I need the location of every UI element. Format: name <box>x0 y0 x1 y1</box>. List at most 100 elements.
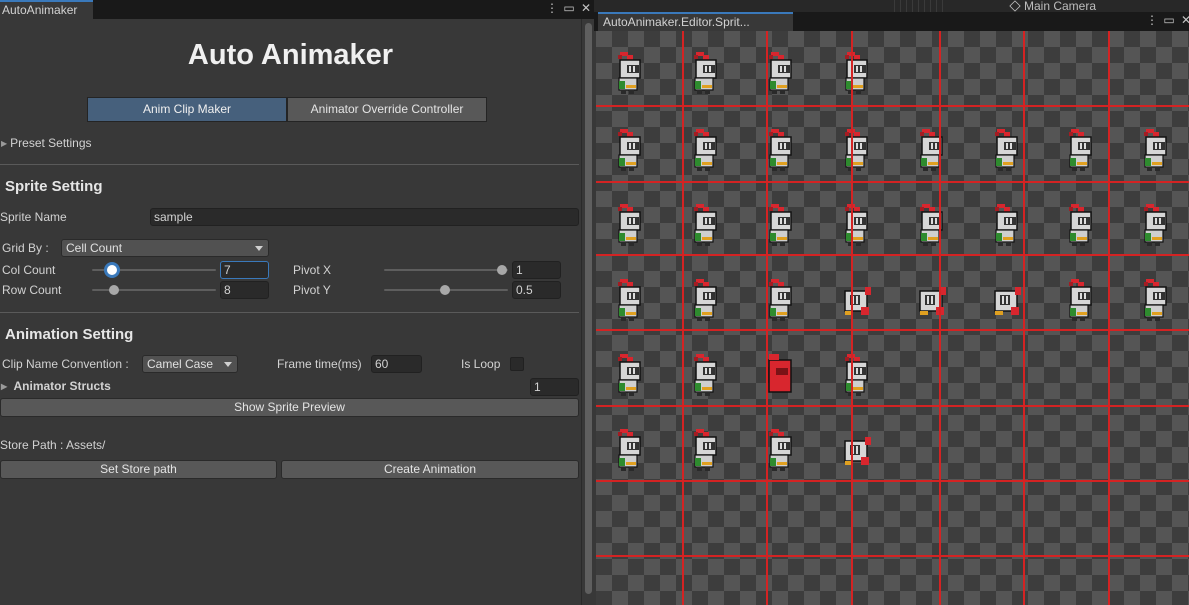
slice-gridline-vertical <box>851 31 853 605</box>
slice-gridline-horizontal <box>596 405 1189 407</box>
row-count-field[interactable]: 8 <box>220 281 269 299</box>
divider <box>0 312 579 313</box>
sprite-frame-knight <box>690 427 724 473</box>
slider-knob[interactable] <box>109 285 120 295</box>
foldout-arrow-icon: ▶ <box>1 382 8 391</box>
store-path-label: Store Path : Assets/ <box>0 438 106 452</box>
sprite-frame-knight <box>991 127 1025 173</box>
slice-gridline-horizontal <box>596 329 1189 331</box>
sprite-frame-knight <box>765 50 799 96</box>
pivot-x-field[interactable]: 1 <box>512 261 561 279</box>
sprite-setting-heading: Sprite Setting <box>5 178 103 195</box>
slice-gridline-horizontal <box>596 105 1189 107</box>
sprite-frame-knight <box>1140 277 1174 323</box>
slice-gridline-horizontal <box>596 181 1189 183</box>
sprite-frame-knight <box>690 277 724 323</box>
tab-anim-clip-maker[interactable]: Anim Clip Maker <box>87 97 287 122</box>
app-title: Auto Animaker <box>187 39 394 71</box>
slice-gridline-horizontal <box>596 480 1189 482</box>
pivot-x-label: Pivot X <box>293 263 332 277</box>
preset-settings-label: Preset Settings <box>10 136 92 150</box>
sprite-frame-knight <box>614 202 648 248</box>
tab-autoanimaker[interactable]: AutoAnimaker <box>0 0 93 19</box>
sprite-frame-knight <box>1065 277 1099 323</box>
sprite-frame-knight <box>614 50 648 96</box>
slice-gridline-vertical <box>1023 31 1025 605</box>
animator-structs-count-field[interactable]: 1 <box>530 378 579 396</box>
show-sprite-preview-button[interactable]: Show Sprite Preview <box>0 398 579 417</box>
maximize-icon[interactable]: ▭ <box>1163 13 1175 27</box>
divider <box>0 164 579 165</box>
is-loop-label: Is Loop <box>461 357 501 371</box>
clip-name-convention-dropdown[interactable]: Camel Case <box>142 355 238 373</box>
preset-settings-foldout[interactable]: ▶ Preset Settings <box>1 136 92 150</box>
slice-gridline-vertical <box>682 31 684 605</box>
chevron-down-icon <box>224 362 232 367</box>
sprite-frame-knight <box>690 202 724 248</box>
sprite-frame-knight <box>614 352 648 398</box>
left-scrollbar[interactable] <box>581 19 594 605</box>
sprite-frame-knight <box>841 50 875 96</box>
scene-strip <box>594 0 1189 12</box>
maximize-icon[interactable]: ▭ <box>563 1 575 15</box>
col-count-field[interactable]: 7 <box>220 261 269 279</box>
animator-structs-label: Animator Structs <box>13 379 111 393</box>
pivot-y-slider[interactable] <box>384 282 508 298</box>
pivot-y-field[interactable]: 0.5 <box>512 281 561 299</box>
grid-by-dropdown[interactable]: Cell Count <box>61 239 269 257</box>
sprite-frame-hit <box>765 352 799 398</box>
slice-gridline-vertical <box>939 31 941 605</box>
foldout-arrow-icon: ▶ <box>1 139 8 148</box>
sprite-frame-knight <box>1140 202 1174 248</box>
animation-setting-heading: Animation Setting <box>5 326 134 343</box>
more-options-icon[interactable]: ⋮ <box>546 1 558 15</box>
sprite-frame-knight <box>991 202 1025 248</box>
sprite-frame-knight <box>690 127 724 173</box>
sprite-frame-knight <box>1065 127 1099 173</box>
frame-time-label: Frame time(ms) <box>277 357 362 371</box>
is-loop-checkbox[interactable] <box>510 357 524 371</box>
slider-knob[interactable] <box>106 265 117 275</box>
sprite-preview-area[interactable] <box>596 31 1189 605</box>
scene-grid <box>894 0 944 12</box>
slider-knob[interactable] <box>439 285 450 295</box>
slice-gridline-horizontal <box>596 254 1189 256</box>
sprite-frame-knight <box>841 127 875 173</box>
sprite-frame-knight <box>765 427 799 473</box>
sprite-name-field[interactable]: sample <box>150 208 579 226</box>
game-object-icon <box>1009 0 1021 12</box>
col-count-slider[interactable] <box>92 262 216 278</box>
slice-gridline-vertical <box>1108 31 1110 605</box>
sprite-frame-knight <box>765 127 799 173</box>
tab-animator-override-controller[interactable]: Animator Override Controller <box>287 97 487 122</box>
sprite-frame-turn <box>841 277 875 323</box>
more-options-icon[interactable]: ⋮ <box>1146 13 1158 27</box>
frame-time-field[interactable]: 60 <box>371 355 422 373</box>
sprite-frame-knight <box>765 202 799 248</box>
row-count-label: Row Count <box>2 283 62 297</box>
set-store-path-button[interactable]: Set Store path <box>0 460 277 479</box>
close-icon[interactable]: ✕ <box>1180 13 1189 27</box>
tab-sprite-preview[interactable]: AutoAnimaker.Editor.Sprit... <box>598 12 793 31</box>
sprite-frame-knight <box>614 427 648 473</box>
right-tab-bar: AutoAnimaker.Editor.Sprit... ⋮ ▭ ✕ <box>594 12 1189 31</box>
slider-knob[interactable] <box>496 265 507 275</box>
sprite-frame-knight <box>1065 202 1099 248</box>
chevron-down-icon <box>255 246 263 251</box>
sprite-frame-knight <box>916 127 950 173</box>
clip-name-convention-value: Camel Case <box>147 357 214 371</box>
sprite-frame-knight <box>1140 127 1174 173</box>
close-icon[interactable]: ✕ <box>580 1 592 15</box>
grid-by-label: Grid By : <box>2 241 49 255</box>
row-count-slider[interactable] <box>92 282 216 298</box>
slice-gridline-horizontal <box>596 555 1189 557</box>
scrollbar-thumb[interactable] <box>585 23 592 594</box>
sprite-frame-knight <box>690 50 724 96</box>
animator-structs-foldout[interactable]: ▶ Animator Structs <box>1 379 111 393</box>
pivot-x-slider[interactable] <box>384 262 508 278</box>
sprite-frame-knight <box>841 202 875 248</box>
create-animation-button[interactable]: Create Animation <box>281 460 579 479</box>
left-tab-bar: AutoAnimaker ⋮ ▭ ✕ <box>0 0 594 19</box>
mode-tabs: Anim Clip Maker Animator Override Contro… <box>87 97 487 122</box>
slider-track <box>384 269 508 271</box>
